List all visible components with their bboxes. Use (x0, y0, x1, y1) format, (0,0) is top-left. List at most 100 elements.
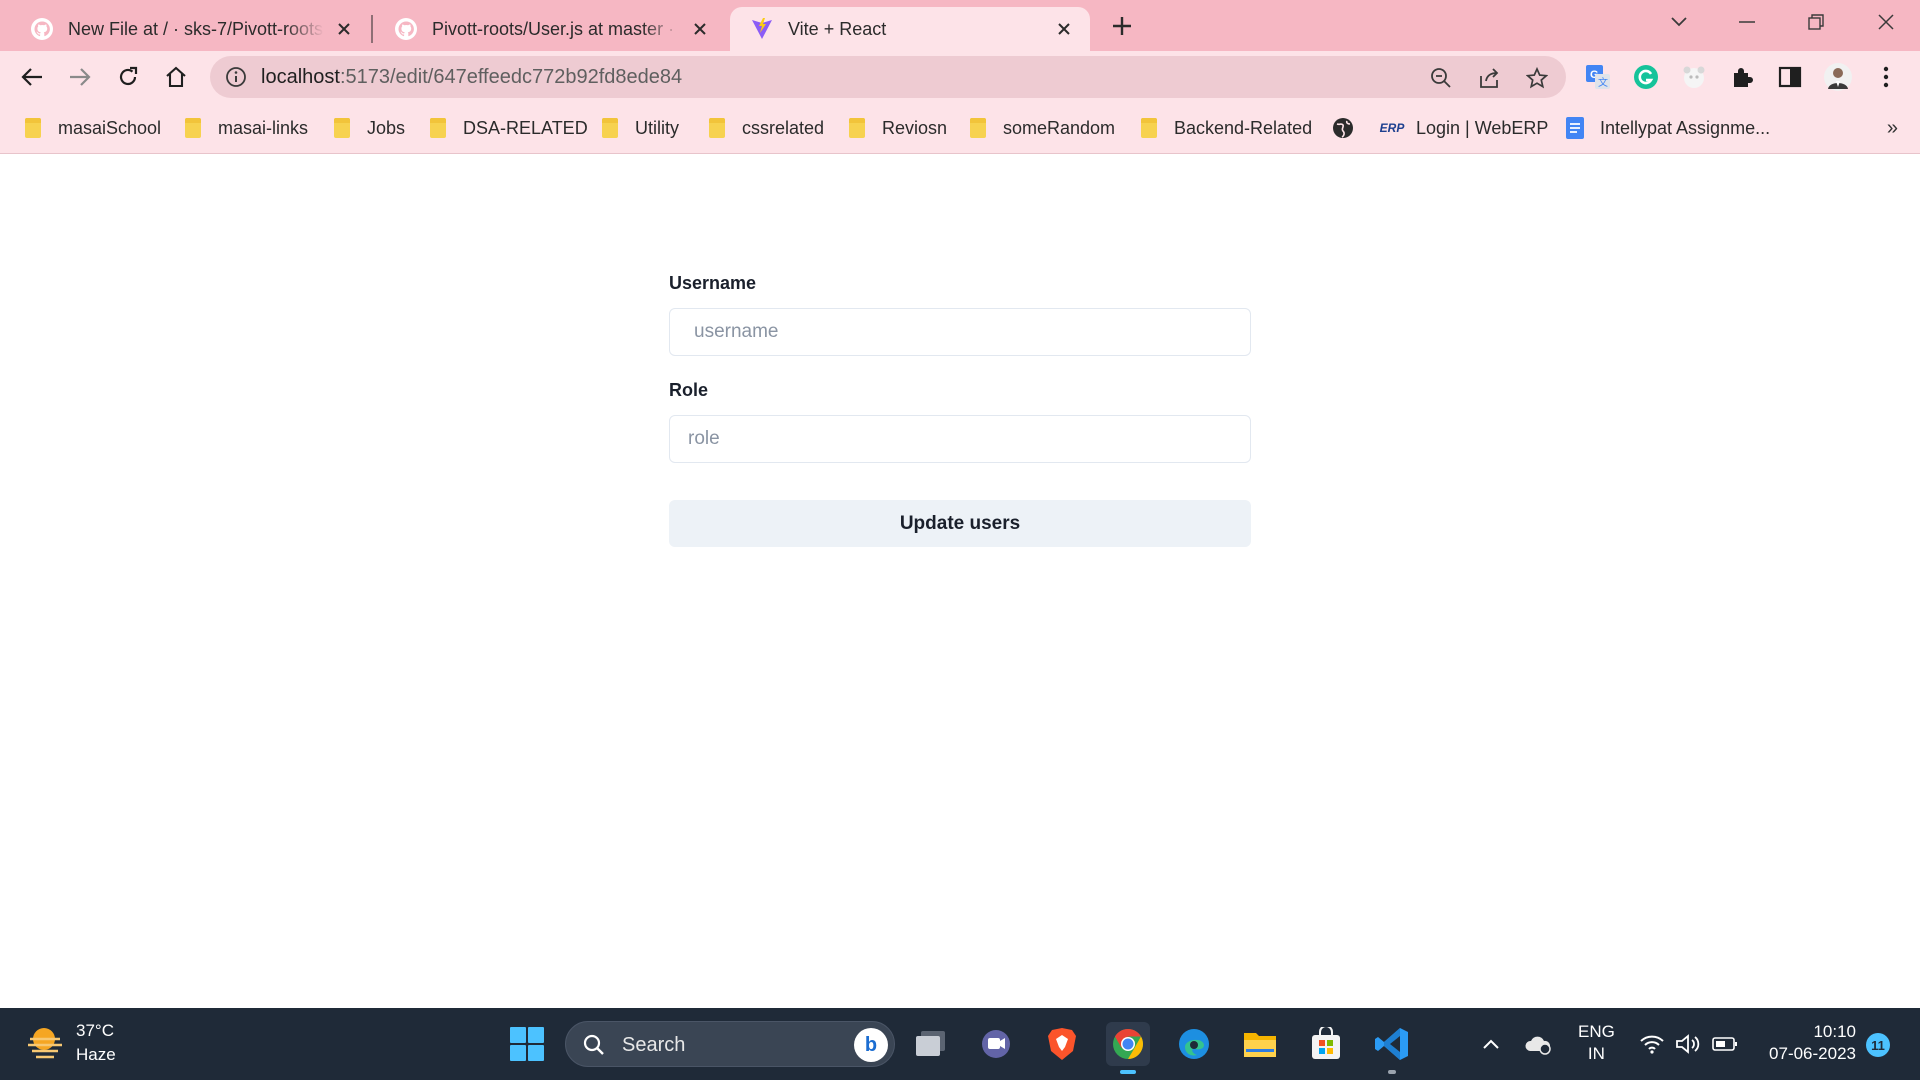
bookmark-somerandom[interactable]: someRandom (967, 113, 1115, 143)
bookmark-dsa-related[interactable]: DSA-RELATED (427, 113, 588, 143)
close-tab-icon[interactable] (1052, 17, 1076, 41)
update-users-button[interactable]: Update users (669, 500, 1251, 547)
folder-icon (1138, 117, 1160, 139)
onedrive-icon[interactable] (1522, 1030, 1554, 1058)
start-button[interactable] (510, 1027, 544, 1061)
weather-haze-icon[interactable] (26, 1025, 66, 1061)
extensions-puzzle-icon[interactable] (1726, 61, 1758, 93)
vite-icon (750, 17, 774, 41)
role-label: Role (669, 380, 709, 400)
teams-icon[interactable] (974, 1022, 1018, 1066)
document-icon (1564, 117, 1586, 139)
bing-icon[interactable]: b (854, 1028, 888, 1062)
tab-title: New File at / · sks-7/Pivott-roots (68, 18, 324, 39)
windows-logo-pane (528, 1045, 544, 1061)
zoom-icon[interactable] (1428, 65, 1454, 91)
profile-avatar[interactable] (1822, 61, 1854, 93)
bookmark-login-weberp[interactable]: ERP Login | WebERP (1378, 113, 1549, 143)
tab-vite-react[interactable]: Vite + React (730, 7, 1090, 51)
windows-logo-pane (510, 1027, 526, 1043)
language-indicator[interactable]: ENG IN (1578, 1021, 1615, 1065)
bookmark-globe[interactable] (1332, 113, 1368, 143)
windows-logo-pane (528, 1027, 544, 1043)
taskbar-search[interactable]: Search b (565, 1021, 895, 1067)
active-app-indicator (1120, 1070, 1136, 1074)
globe-icon (1332, 117, 1354, 139)
running-app-indicator (1388, 1070, 1396, 1074)
folder-icon (427, 117, 449, 139)
bookmark-jobs[interactable]: Jobs (331, 113, 405, 143)
back-button[interactable] (16, 61, 48, 93)
volume-icon[interactable] (1673, 1030, 1703, 1058)
windows-taskbar: 37°C Haze Search b ENG IN 10:10 07-06-20… (0, 1008, 1920, 1080)
file-explorer-icon[interactable] (908, 1022, 952, 1066)
windows-logo-pane (510, 1045, 526, 1061)
svg-text:文: 文 (1598, 76, 1608, 89)
edit-user-form: Username Role Update users (669, 272, 1251, 547)
chevron-up-icon[interactable] (1478, 1030, 1504, 1058)
search-icon (583, 1034, 604, 1055)
page-content: Username Role Update users (0, 155, 1920, 1008)
folder-icon (846, 117, 868, 139)
folder-icon (22, 117, 44, 139)
brave-icon[interactable] (1040, 1022, 1084, 1066)
share-icon[interactable] (1476, 65, 1502, 91)
folder-icon (967, 117, 989, 139)
bookmark-backend-related[interactable]: Backend-Related (1138, 113, 1312, 143)
tab-github-new-file[interactable]: New File at / · sks-7/Pivott-roots (10, 7, 370, 51)
close-tab-icon[interactable] (332, 17, 356, 41)
minimize-button[interactable] (1727, 8, 1767, 36)
site-info-icon[interactable] (224, 65, 248, 89)
username-input[interactable] (669, 308, 1251, 356)
chrome-icon[interactable] (1106, 1022, 1150, 1074)
folder-icon (182, 117, 204, 139)
close-tab-icon[interactable] (688, 17, 712, 41)
wifi-icon[interactable] (1637, 1030, 1667, 1058)
erp-icon: ERP (1379, 121, 1405, 135)
grammarly-icon[interactable] (1630, 61, 1662, 93)
bookmarks-bar: masaiSchool masai-links Jobs DSA-RELATED… (0, 103, 1920, 154)
battery-icon[interactable] (1710, 1030, 1740, 1058)
tab-search-chevron-icon[interactable] (1659, 8, 1699, 36)
restore-button[interactable] (1796, 8, 1836, 36)
home-button[interactable] (160, 61, 192, 93)
extension-panda-icon[interactable] (1678, 61, 1710, 93)
bookmark-masai-links[interactable]: masai-links (182, 113, 308, 143)
tab-github-user-js[interactable]: Pivott-roots/User.js at master · sks-7/P… (374, 7, 726, 51)
github-icon (30, 17, 54, 41)
edge-icon[interactable] (1172, 1022, 1216, 1066)
new-tab-button[interactable] (1108, 12, 1136, 40)
bookmark-reviosn[interactable]: Reviosn (846, 113, 947, 143)
reload-button[interactable] (112, 61, 144, 93)
side-panel-icon[interactable] (1774, 61, 1806, 93)
vscode-icon[interactable] (1370, 1022, 1414, 1074)
search-label: Search (622, 1034, 686, 1056)
url-text[interactable]: localhost:5173/edit/647effeedc772b92fd8e… (261, 66, 682, 89)
role-input[interactable] (669, 415, 1251, 463)
forward-button[interactable] (64, 61, 96, 93)
system-clock[interactable]: 10:10 07-06-2023 (1760, 1021, 1856, 1065)
weather-description: Haze (76, 1045, 116, 1064)
bookmark-cssrelated[interactable]: cssrelated (706, 113, 824, 143)
address-bar[interactable]: localhost:5173/edit/647effeedc772b92fd8e… (210, 56, 1566, 98)
browser-toolbar: localhost:5173/edit/647effeedc772b92fd8e… (0, 51, 1920, 103)
bookmark-masaischool[interactable]: masaiSchool (22, 113, 161, 143)
tab-separator (371, 15, 373, 43)
tab-strip: New File at / · sks-7/Pivott-roots Pivot… (0, 0, 1920, 51)
google-translate-icon[interactable]: G文 (1582, 61, 1614, 93)
folder-icon[interactable] (1238, 1022, 1282, 1066)
bookmark-utility[interactable]: Utility (599, 113, 679, 143)
weather-temperature: 37°C (76, 1021, 114, 1040)
github-icon (394, 17, 418, 41)
close-window-button[interactable] (1866, 8, 1906, 36)
folder-icon (331, 117, 353, 139)
notification-badge[interactable]: 11 (1866, 1033, 1890, 1057)
bookmark-intellypat[interactable]: Intellypat Assignme... (1564, 113, 1770, 143)
bookmark-star-icon[interactable] (1524, 65, 1550, 91)
tab-title: Pivott-roots/User.js at master · sks-7/P… (432, 18, 680, 39)
bookmarks-overflow-button[interactable]: » (1887, 117, 1898, 140)
folder-icon (599, 117, 621, 139)
folder-icon (706, 117, 728, 139)
chrome-menu-icon[interactable] (1870, 61, 1902, 93)
store-icon[interactable] (1304, 1022, 1348, 1066)
